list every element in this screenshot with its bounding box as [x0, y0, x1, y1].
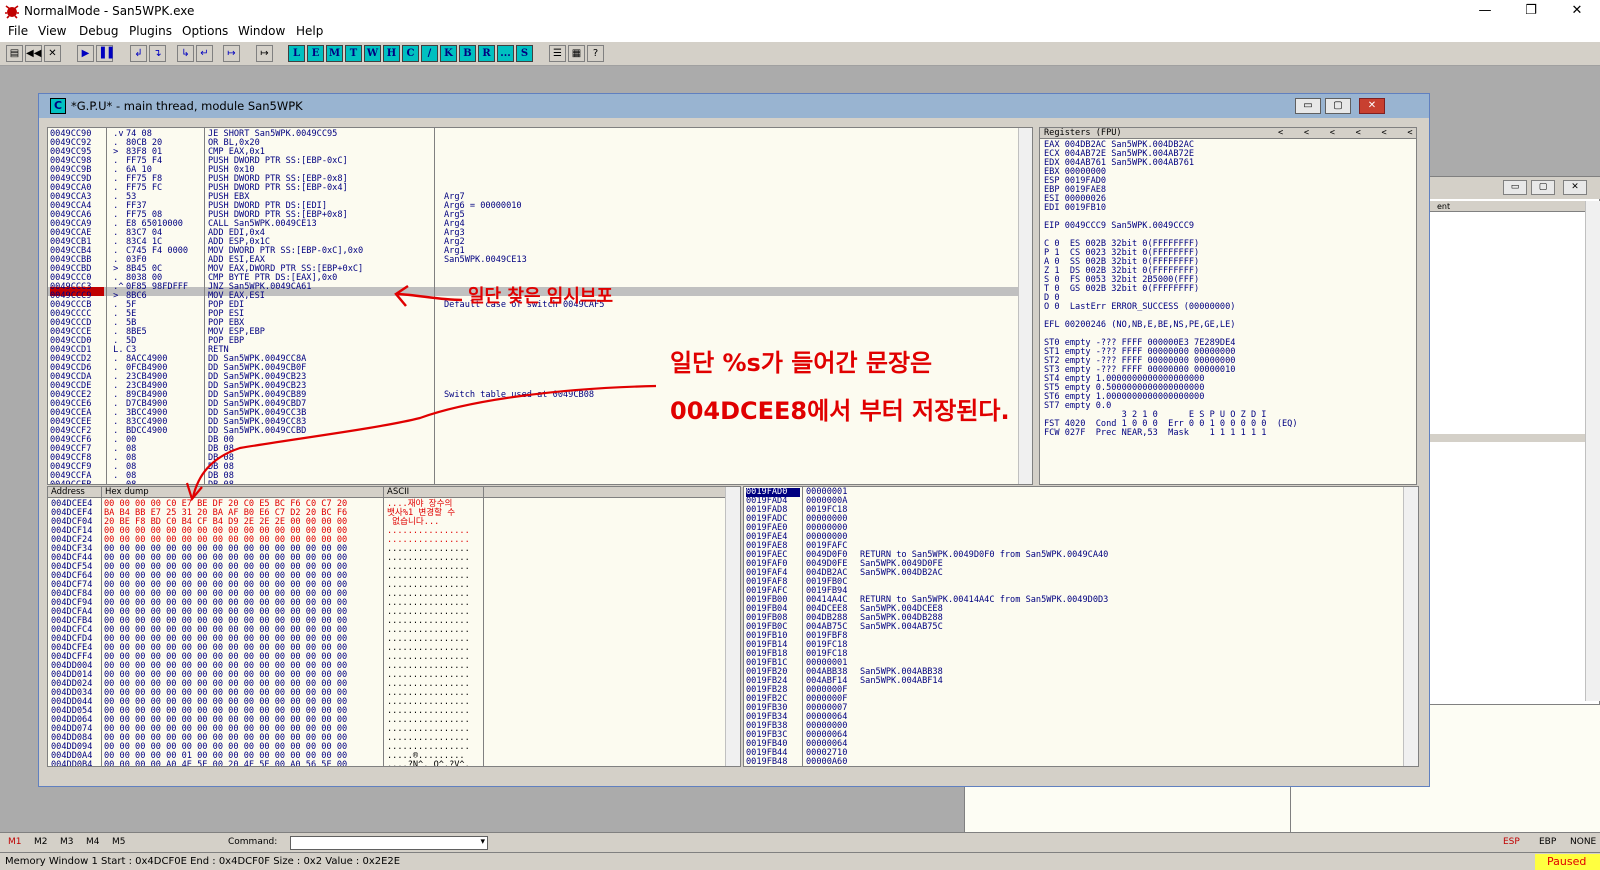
step-into-icon[interactable]: ↲ — [130, 45, 147, 62]
status-bar: Memory Window 1 Start : 0x4DCF0E End : 0… — [0, 852, 1600, 870]
trace-over-icon[interactable]: ↵ — [196, 45, 213, 62]
breakpoints-button[interactable]: B — [459, 45, 476, 62]
stack-pane[interactable]: 0019FAD0 0019FAD4 0019FAD8 0019FADC 0019… — [743, 486, 1419, 767]
cpu-window-caption: C *G.P.U* - main thread, module San5WPK … — [39, 94, 1429, 118]
dump-ascii-row[interactable]: ....?N^. O^.?V^. — [387, 761, 470, 767]
threads-button[interactable]: T — [345, 45, 362, 62]
cpu-close-button[interactable]: ✕ — [1359, 98, 1385, 114]
disasm-marker-column: .v . > . . . . . . . . . . . . > . .^ > … — [113, 129, 124, 485]
mark-m3[interactable]: M3 — [60, 837, 74, 847]
annotation-temp-breakpoint: 일단 찾은 임시브포 — [468, 286, 614, 307]
disasm-address-column: 0049CC90 0049CC92 0049CC95 0049CC98 0049… — [50, 129, 92, 485]
stack-address-column: 0019FAD4 0019FAD8 0019FADC 0019FAE0 0019… — [746, 496, 788, 767]
handles-button[interactable]: H — [383, 45, 400, 62]
stack-comment-column: RETURN to San5WPK.0049D0F0 from San5WPK.… — [860, 550, 1109, 686]
restart-icon[interactable]: ◀◀ — [25, 45, 42, 62]
menu-window[interactable]: Window — [238, 24, 285, 38]
cpu-maximize-button[interactable]: ▢ — [1325, 98, 1351, 114]
menu-debug[interactable]: Debug — [79, 24, 118, 38]
go-to-icon[interactable]: ↦ — [256, 45, 273, 62]
stack-vertical-scrollbar[interactable] — [1403, 487, 1418, 766]
run-icon[interactable]: ▶ — [77, 45, 94, 62]
dump-col-address[interactable]: Address — [51, 488, 85, 497]
dump-vertical-scrollbar[interactable] — [725, 487, 740, 766]
windows-button[interactable]: W — [364, 45, 381, 62]
help-icon[interactable]: ? — [587, 45, 604, 62]
menu-help[interactable]: Help — [296, 24, 323, 38]
restore-button[interactable]: ❐ — [1508, 0, 1554, 22]
bg-minimize-button[interactable]: ▭ — [1503, 180, 1527, 195]
ollydbg-bug-icon — [5, 5, 19, 19]
cpu-minimize-button[interactable]: ▭ — [1295, 98, 1321, 114]
bg-maximize-button[interactable]: ▢ — [1531, 180, 1555, 195]
debug-state-badge: Paused — [1535, 854, 1600, 870]
cpu-window: C *G.P.U* - main thread, module San5WPK … — [38, 93, 1430, 787]
dump-col-ascii[interactable]: ASCII — [387, 488, 409, 497]
log-window-button[interactable]: L — [288, 45, 305, 62]
menu-file[interactable]: File — [8, 24, 28, 38]
dump-hex-column: 00 00 00 00 C0 E7 BE DF 20 C0 E5 BC F6 C… — [104, 500, 347, 767]
status-text: Memory Window 1 Start : 0x4DCF0E End : 0… — [5, 856, 401, 867]
execute-till-return-icon[interactable]: ↦ — [223, 45, 240, 62]
command-label: Command: — [228, 837, 278, 847]
dump-col-hex[interactable]: Hex dump — [105, 488, 149, 497]
registers-pane[interactable]: Registers (FPU) < < < < < < EAX 004DB2AC… — [1039, 127, 1417, 485]
register-values: EAX 004DB2AC San5WPK.004DB2AC ECX 004AB7… — [1044, 140, 1298, 438]
memory-map-button[interactable]: M — [326, 45, 343, 62]
mark-m1[interactable]: M1 — [8, 837, 22, 847]
registers-header[interactable]: Registers (FPU) < < < < < < — [1040, 128, 1416, 139]
toolbar: ▤ ◀◀ ✕ ▶ ▐▐ ↲ ↴ ↳ ↵ ↦ ↦ L E M T W H C / … — [0, 42, 1600, 66]
close-button[interactable]: ✕ — [1554, 0, 1600, 22]
command-input[interactable]: ▾ — [290, 836, 488, 850]
reg-esp-button[interactable]: ESP — [1503, 837, 1520, 847]
command-dropdown-icon[interactable]: ▾ — [480, 837, 485, 847]
step-over-icon[interactable]: ↴ — [149, 45, 166, 62]
cpu-button[interactable]: C — [402, 45, 419, 62]
pause-icon[interactable]: ▐▐ — [96, 45, 113, 62]
open-icon[interactable]: ▤ — [6, 45, 23, 62]
close-process-icon[interactable]: ✕ — [44, 45, 61, 62]
dump-ascii-column: ....재야 장수의 뱃사%1 변경할 수 없습니다..............… — [387, 500, 470, 767]
mark-m2[interactable]: M2 — [34, 837, 48, 847]
call-stack-button[interactable]: K — [440, 45, 457, 62]
annotation-string-location: 일단 %s가 들어간 문장은 004DCEE8에서 부터 저장된다. — [670, 349, 1010, 425]
disasm-instruction-column: JE SHORT San5WPK.0049CC95 OR BL,0x20 CMP… — [208, 129, 364, 485]
menu-options[interactable]: Options — [182, 24, 228, 38]
window-title: NormalMode - San5WPK.exe — [24, 4, 195, 18]
command-bar: M1 M2 M3 M4 M5 Command: ▾ ESP EBP NONE — [0, 832, 1600, 852]
dump-address-column: 004DCEE4 004DCEF4 004DCF04 004DCF14 004D… — [51, 499, 93, 767]
run-trace-button[interactable]: ... — [497, 45, 514, 62]
bg-close-button[interactable]: ✕ — [1563, 180, 1587, 195]
hex-dump-pane[interactable]: Address Hex dump ASCII 004DCEE4 004DCEF4… — [47, 486, 741, 767]
references-button[interactable]: R — [478, 45, 495, 62]
dump-hex-row[interactable]: 00 00 00 00 A0 4E 5E 00 20 4F 5E 00 A0 5… — [104, 761, 347, 767]
bg-vertical-scrollbar[interactable] — [1585, 201, 1600, 701]
dump-header: Address Hex dump ASCII — [48, 487, 740, 498]
menu-plugins[interactable]: Plugins — [129, 24, 172, 38]
reg-ebp-button[interactable]: EBP — [1539, 837, 1556, 847]
disasm-bytes-column: 74 08 80CB 20 83F8 01 FF75 F4 6A 10 FF75… — [126, 129, 189, 485]
disasm-vertical-scrollbar[interactable] — [1018, 128, 1032, 484]
mark-m5[interactable]: M5 — [112, 837, 126, 847]
stack-value-column: 00000001 0000000A 0019FC18 00000000 0000… — [806, 487, 848, 767]
reg-none-button[interactable]: NONE — [1570, 837, 1596, 847]
trace-into-icon[interactable]: ↳ — [177, 45, 194, 62]
list-icon[interactable]: ☰ — [549, 45, 566, 62]
menu-view[interactable]: View — [38, 24, 66, 38]
mark-m4[interactable]: M4 — [86, 837, 100, 847]
register-nav-arrows[interactable]: < < < < < < — [1278, 129, 1413, 138]
minimize-button[interactable]: — — [1462, 0, 1508, 22]
cpu-window-icon: C — [50, 98, 66, 114]
grid-icon[interactable]: ▦ — [568, 45, 585, 62]
source-button[interactable]: S — [516, 45, 533, 62]
patches-button[interactable]: / — [421, 45, 438, 62]
title-bar: NormalMode - San5WPK.exe — ❐ ✕ — [0, 0, 1600, 22]
menu-bar: File View Debug Plugins Options Window H… — [0, 22, 1600, 42]
executables-button[interactable]: E — [307, 45, 324, 62]
cpu-window-title: *G.P.U* - main thread, module San5WPK — [71, 99, 303, 113]
